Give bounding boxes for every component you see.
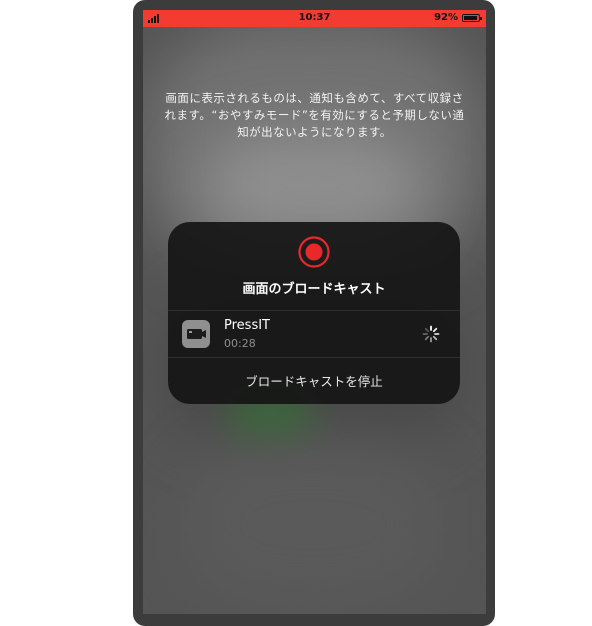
broadcast-app-row[interactable]: PressIT 00:28 (168, 311, 460, 357)
elapsed-time: 00:28 (224, 337, 256, 350)
battery-icon (462, 13, 482, 22)
broadcast-card: 画面のブロードキャスト PressIT 00:28 ブロードキャストを停止 (168, 222, 460, 404)
pressit-app-icon (182, 320, 210, 348)
stop-broadcast-button[interactable]: ブロードキャストを停止 (168, 358, 460, 404)
phone-frame: 10:37 92% 画面に表示されるものは、通知も含めて、すべて収録されます。“… (133, 0, 495, 626)
record-icon (298, 236, 330, 268)
battery-percent: 92% (434, 12, 458, 23)
status-bar: 10:37 92% (143, 10, 486, 27)
blurred-background (183, 440, 443, 610)
screen: 10:37 92% 画面に表示されるものは、通知も含めて、すべて収録されます。“… (143, 10, 486, 614)
recording-notice: 画面に表示されるものは、通知も含めて、すべて収録されます。“おやすみモード”を有… (164, 91, 465, 139)
app-name: PressIT (224, 318, 270, 333)
battery-status: 92% (434, 12, 482, 23)
broadcast-title: 画面のブロードキャスト (242, 282, 386, 297)
loading-spinner-icon (422, 325, 440, 343)
